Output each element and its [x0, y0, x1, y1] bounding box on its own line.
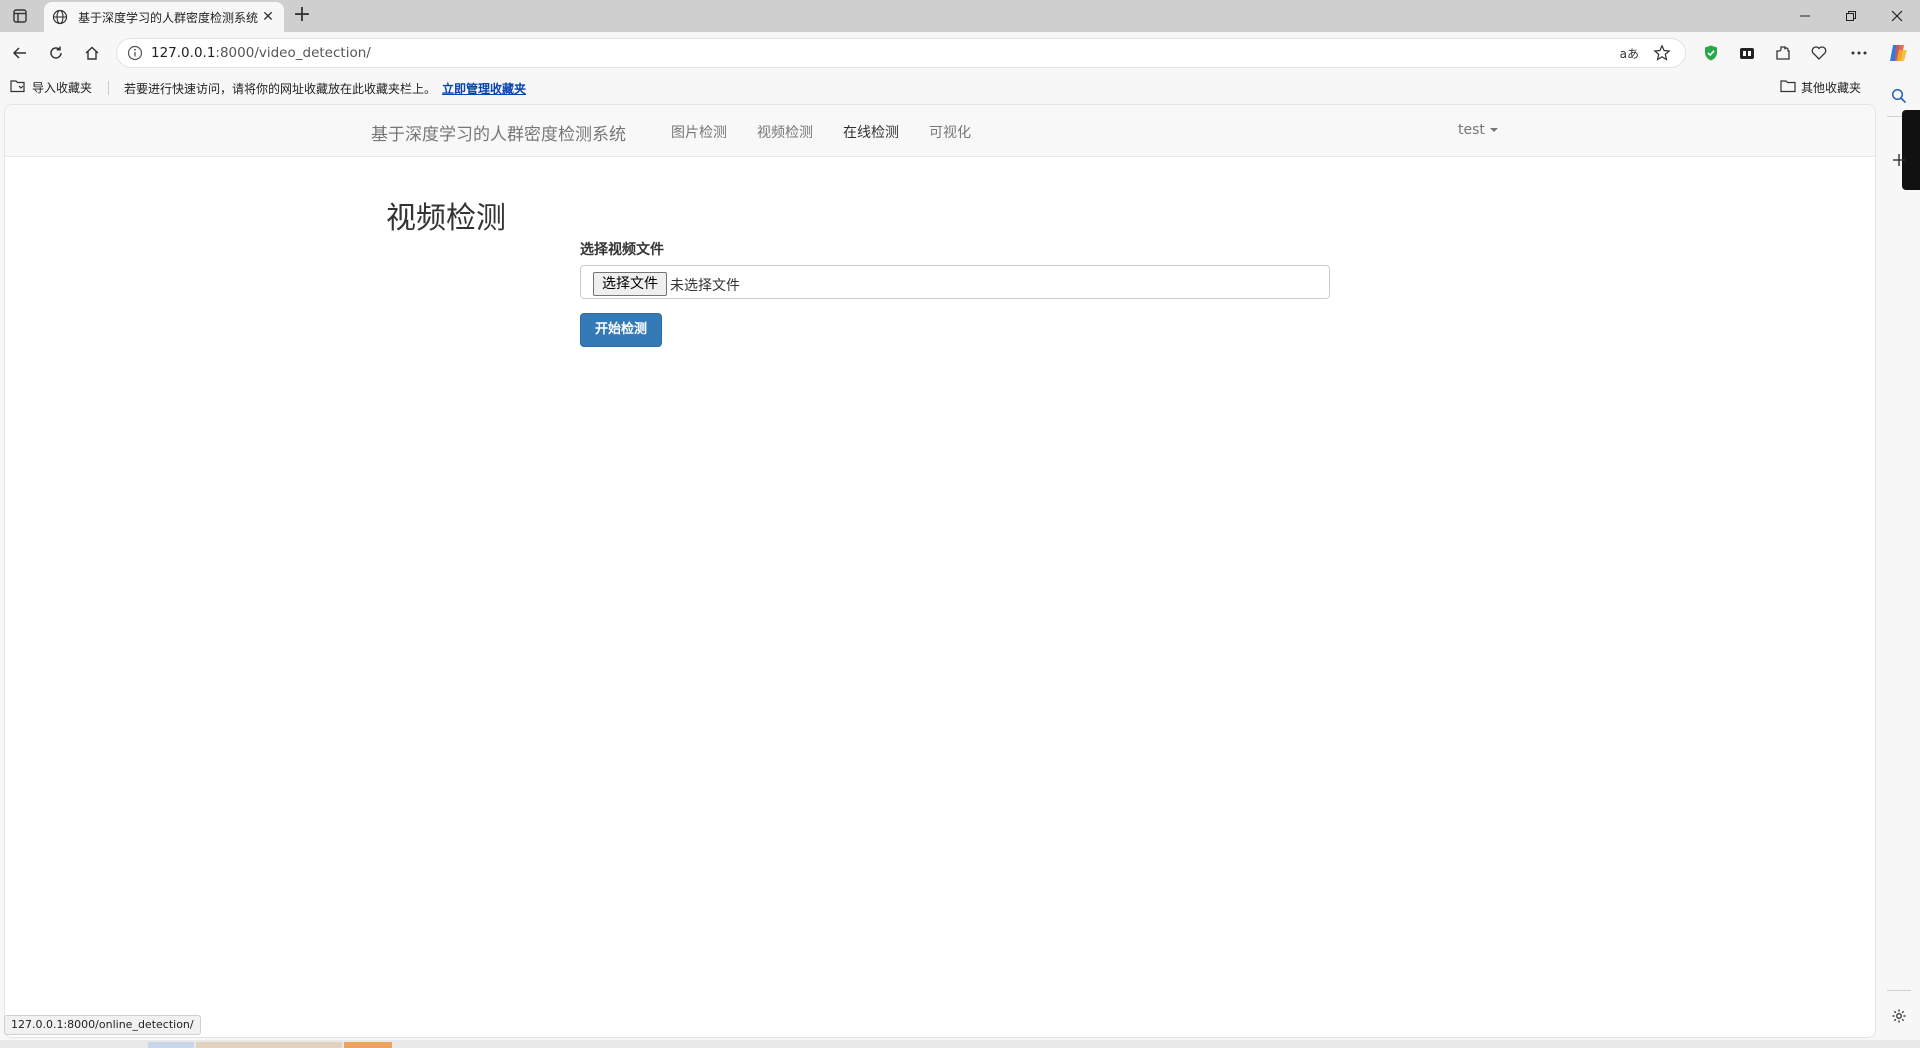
tab-strip: 基于深度学习的人群密度检测系统 ✕ + — [0, 0, 1920, 32]
heart-icon[interactable] — [1807, 41, 1831, 65]
page-viewport: 基于深度学习的人群密度检测系统 图片检测 视频检测 在线检测 可视化 test … — [4, 104, 1876, 1038]
bookmarks-bar: 导入收藏夹 若要进行快速访问，请将你的网址收藏放在此收藏夹栏上。 立即管理收藏夹… — [0, 74, 1920, 102]
taskbar-edge — [0, 1040, 1920, 1048]
url-text: 127.0.0.1:8000/video_detection/ — [151, 45, 371, 61]
url-path: :8000/video_detection/ — [215, 45, 371, 61]
taskbar-item — [344, 1042, 392, 1048]
side-panel-divider-bottom — [1887, 990, 1911, 991]
caret-down-icon — [1489, 128, 1498, 132]
refresh-icon[interactable] — [44, 41, 68, 65]
video-file-label: 选择视频文件 — [580, 242, 664, 258]
minimize-icon[interactable] — [1782, 0, 1828, 32]
site-navbar: 基于深度学习的人群密度检测系统 图片检测 视频检测 在线检测 可视化 test — [5, 105, 1875, 157]
other-favorites-button[interactable]: 其他收藏夹 — [1780, 79, 1861, 96]
search-icon[interactable] — [1889, 86, 1909, 106]
tab-title: 基于深度学习的人群密度检测系统 — [78, 10, 259, 25]
nav-item-online-detection[interactable]: 在线检测 — [843, 122, 899, 142]
address-bar[interactable]: 127.0.0.1:8000/video_detection/ aあ — [116, 38, 1686, 68]
import-favorites-button[interactable]: 导入收藏夹 — [10, 79, 92, 96]
user-dropdown[interactable]: test — [1458, 122, 1498, 138]
gear-icon[interactable] — [1889, 1006, 1909, 1026]
nav-item-video-detection[interactable]: 视频检测 — [757, 122, 813, 142]
bookmarks-message: 若要进行快速访问，请将你的网址收藏放在此收藏夹栏上。 — [124, 82, 437, 96]
bookmarks-divider — [108, 81, 109, 95]
status-url-tooltip: 127.0.0.1:8000/online_detection/ — [4, 1015, 201, 1035]
browser-toolbar: 127.0.0.1:8000/video_detection/ aあ — [0, 32, 1920, 74]
folder-icon — [1780, 79, 1796, 96]
back-arrow-icon[interactable] — [8, 41, 32, 65]
browser-tab[interactable]: 基于深度学习的人群密度检测系统 ✕ — [44, 2, 284, 32]
read-aloud-icon[interactable]: aあ — [1620, 45, 1639, 62]
tab-actions-icon[interactable] — [8, 6, 32, 26]
star-icon[interactable] — [1653, 44, 1671, 62]
navbar-brand[interactable]: 基于深度学习的人群密度检测系统 — [371, 120, 626, 145]
new-tab-button[interactable]: + — [290, 4, 314, 28]
info-icon[interactable] — [127, 45, 143, 61]
nav-item-image-detection[interactable]: 图片检测 — [671, 122, 727, 142]
start-detection-button[interactable]: 开始检测 — [580, 313, 662, 347]
restore-icon[interactable] — [1828, 0, 1874, 32]
other-favorites-label: 其他收藏夹 — [1801, 81, 1862, 95]
shield-icon[interactable] — [1699, 41, 1723, 65]
more-icon[interactable] — [1847, 41, 1871, 65]
nav-item-visualization[interactable]: 可视化 — [929, 122, 971, 142]
choose-file-button[interactable]: 选择文件 — [593, 272, 667, 296]
taskbar-item — [148, 1042, 194, 1048]
plus-icon[interactable] — [1889, 150, 1909, 170]
collections-icon[interactable] — [1735, 41, 1759, 65]
window-close-icon[interactable] — [1874, 0, 1920, 32]
globe-icon — [52, 9, 68, 25]
extensions-icon[interactable] — [1771, 41, 1795, 65]
copilot-icon[interactable] — [1886, 41, 1910, 65]
page-title: 视频检测 — [386, 201, 506, 236]
side-panel — [1878, 74, 1920, 1048]
taskbar-item — [196, 1042, 342, 1048]
video-file-input[interactable]: 选择文件 未选择文件 — [580, 265, 1330, 299]
manage-favorites-link[interactable]: 立即管理收藏夹 — [442, 80, 526, 97]
user-name: test — [1458, 122, 1485, 138]
home-icon[interactable] — [80, 41, 104, 65]
import-icon — [10, 79, 26, 96]
close-icon[interactable]: ✕ — [260, 9, 276, 25]
import-label: 导入收藏夹 — [32, 81, 93, 95]
file-status-text: 未选择文件 — [670, 278, 740, 294]
url-host: 127.0.0.1 — [151, 45, 216, 61]
